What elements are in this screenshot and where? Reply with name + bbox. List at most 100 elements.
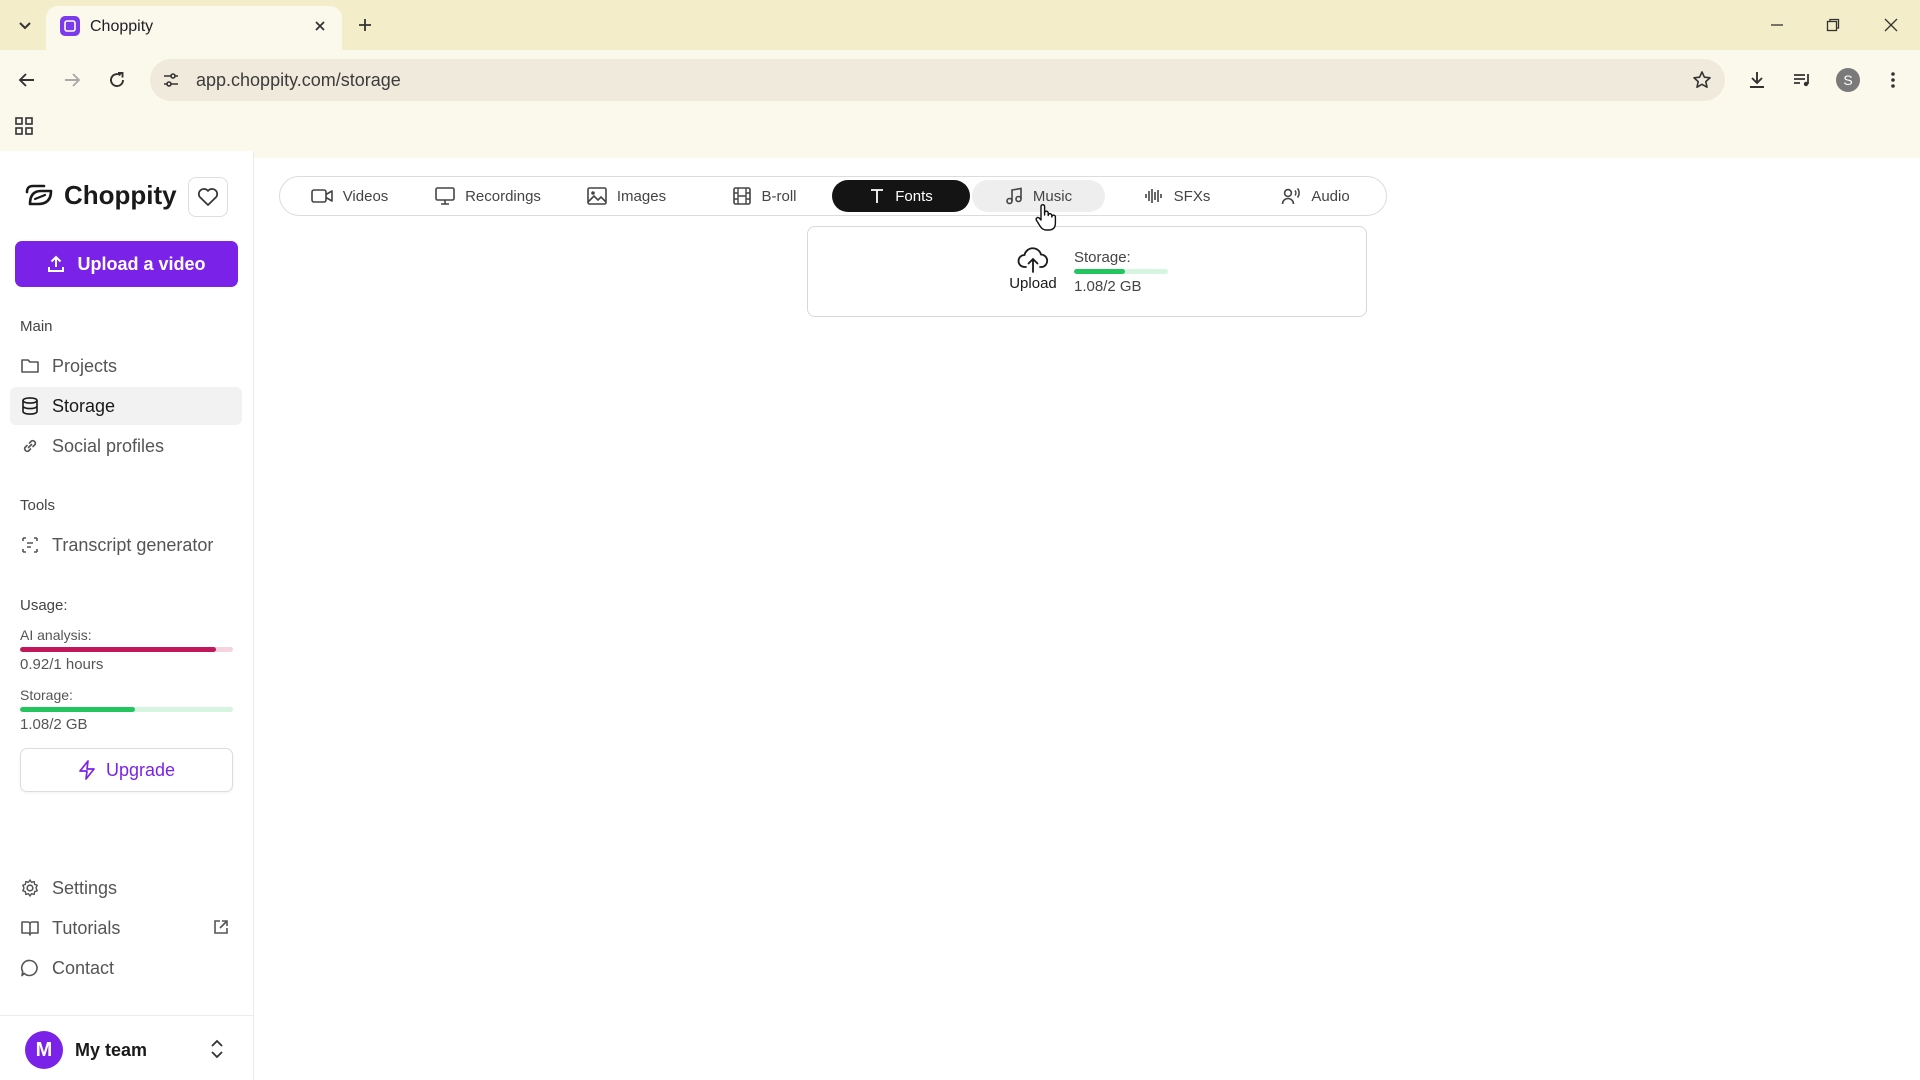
tab-label: Videos <box>342 187 389 205</box>
browser-tab-bar: Choppity <box>0 0 1920 50</box>
sidebar: Choppity Upload a video Main Projects St… <box>0 151 254 1080</box>
sidebar-item-label: Settings <box>52 877 118 898</box>
arrow-right-icon <box>65 73 81 87</box>
upgrade-label: Upgrade <box>105 759 176 780</box>
profile-avatar: S <box>1836 68 1860 92</box>
waveform-icon <box>1144 189 1162 203</box>
browser-menu-button[interactable] <box>1877 64 1909 96</box>
minimize-window-button[interactable] <box>1762 10 1792 40</box>
tab-b-roll[interactable]: B-roll <box>698 180 832 212</box>
tab-label: Audio <box>1311 187 1350 205</box>
heart-icon <box>197 188 219 206</box>
playlist-icon <box>1794 74 1809 87</box>
grid-icon <box>15 117 33 135</box>
tab-search-button[interactable] <box>12 12 38 38</box>
minimize-icon <box>1771 24 1783 26</box>
music-icon <box>1006 187 1022 205</box>
panel-storage-progress-bar <box>1074 269 1168 274</box>
reload-button[interactable] <box>101 64 133 96</box>
video-icon <box>310 189 333 203</box>
tab-label: Fonts <box>895 187 933 205</box>
sidebar-item-label: Storage <box>52 395 116 416</box>
chevron-up-down-icon <box>211 1039 223 1059</box>
bookmark-star-icon[interactable] <box>1691 69 1713 91</box>
sidebar-item-label: Social profiles <box>52 435 165 456</box>
tab-label: SFXs <box>1173 187 1211 205</box>
film-icon <box>733 187 752 205</box>
tab-fonts[interactable]: Fonts <box>832 180 970 212</box>
sidebar-item-label: Tutorials <box>52 917 121 938</box>
sidebar-item-transcript-generator[interactable]: Transcript generator <box>10 526 242 564</box>
team-switcher[interactable]: M My team <box>0 1015 254 1080</box>
storage-usage-label: Storage: <box>20 687 73 703</box>
voice-icon <box>1282 188 1301 205</box>
upload-video-button[interactable]: Upload a video <box>15 241 238 287</box>
ai-analysis-progress-bar <box>20 647 233 652</box>
ai-analysis-progress-fill <box>20 647 216 652</box>
panel-storage-value: 1.08/2 GB <box>1074 278 1142 295</box>
profile-button[interactable]: S <box>1832 64 1864 96</box>
upload-label: Upload <box>1009 275 1057 292</box>
sidebar-item-label: Contact <box>52 957 115 978</box>
sidebar-item-storage[interactable]: Storage <box>10 387 242 425</box>
sidebar-item-tutorials[interactable]: Tutorials <box>10 909 242 947</box>
lightning-icon <box>79 760 95 780</box>
close-window-button[interactable] <box>1876 10 1906 40</box>
cloud-upload-icon <box>1017 247 1049 273</box>
forward-button[interactable] <box>56 64 88 96</box>
download-icon <box>1750 72 1764 88</box>
tab-recordings[interactable]: Recordings <box>421 180 555 212</box>
brand-logo[interactable]: Choppity <box>24 180 177 211</box>
chat-icon <box>20 959 38 977</box>
downloads-button[interactable] <box>1741 64 1773 96</box>
url-text: app.choppity.com/storage <box>196 70 401 90</box>
upgrade-button[interactable]: Upgrade <box>20 748 233 792</box>
sidebar-item-settings[interactable]: Settings <box>10 869 242 907</box>
section-label-main: Main <box>20 318 53 335</box>
database-icon <box>22 397 38 415</box>
tab-videos[interactable]: Videos <box>283 180 416 212</box>
restore-window-button[interactable] <box>1818 10 1848 40</box>
storage-usage-progress-bar <box>20 707 233 712</box>
upload-icon <box>48 255 65 272</box>
type-icon <box>871 189 884 203</box>
book-icon <box>21 921 39 936</box>
tab-label: Images <box>616 187 667 205</box>
folder-icon <box>21 359 39 373</box>
storage-panel: Upload Storage: 1.08/2 GB <box>807 226 1367 317</box>
team-name: My team <box>75 1040 148 1060</box>
browser-tab[interactable]: Choppity <box>46 6 342 50</box>
reload-icon <box>110 72 124 87</box>
favorite-button[interactable] <box>188 177 228 217</box>
panel-storage-label: Storage: <box>1074 249 1131 266</box>
tab-audio[interactable]: Audio <box>1249 180 1382 212</box>
sidebar-item-contact[interactable]: Contact <box>10 949 242 987</box>
media-control-button[interactable] <box>1786 64 1818 96</box>
sidebar-item-social-profiles[interactable]: Social profiles <box>10 427 242 465</box>
close-tab-icon[interactable] <box>310 16 330 36</box>
close-icon <box>1884 18 1898 32</box>
storage-category-tabs: Videos Recordings Images B-roll Fonts Mu… <box>279 176 1387 216</box>
tab-images[interactable]: Images <box>560 180 693 212</box>
tab-label: Recordings <box>465 187 541 205</box>
back-button[interactable] <box>11 64 43 96</box>
sidebar-item-projects[interactable]: Projects <box>10 347 242 385</box>
gear-icon <box>22 879 38 897</box>
sidebar-item-label: Projects <box>52 355 118 376</box>
site-settings-icon[interactable] <box>160 69 182 91</box>
ai-analysis-value: 0.92/1 hours <box>20 656 104 673</box>
upload-font-button[interactable]: Upload <box>1006 247 1060 292</box>
external-link-icon <box>214 920 228 934</box>
address-bar[interactable]: app.choppity.com/storage <box>150 59 1725 101</box>
choppity-logo-icon <box>25 184 53 205</box>
more-vertical-icon <box>1891 72 1895 88</box>
storage-usage-progress-fill <box>20 707 136 712</box>
tab-groups-button[interactable] <box>12 114 36 138</box>
section-label-usage: Usage: <box>20 597 68 614</box>
browser-toolbar: app.choppity.com/storage S <box>0 50 1920 158</box>
plus-icon <box>359 19 371 31</box>
tab-label: Music <box>1032 187 1073 205</box>
new-tab-button[interactable] <box>352 12 378 38</box>
sidebar-item-label: Transcript generator <box>52 534 214 555</box>
tab-sfxs[interactable]: SFXs <box>1110 180 1244 212</box>
